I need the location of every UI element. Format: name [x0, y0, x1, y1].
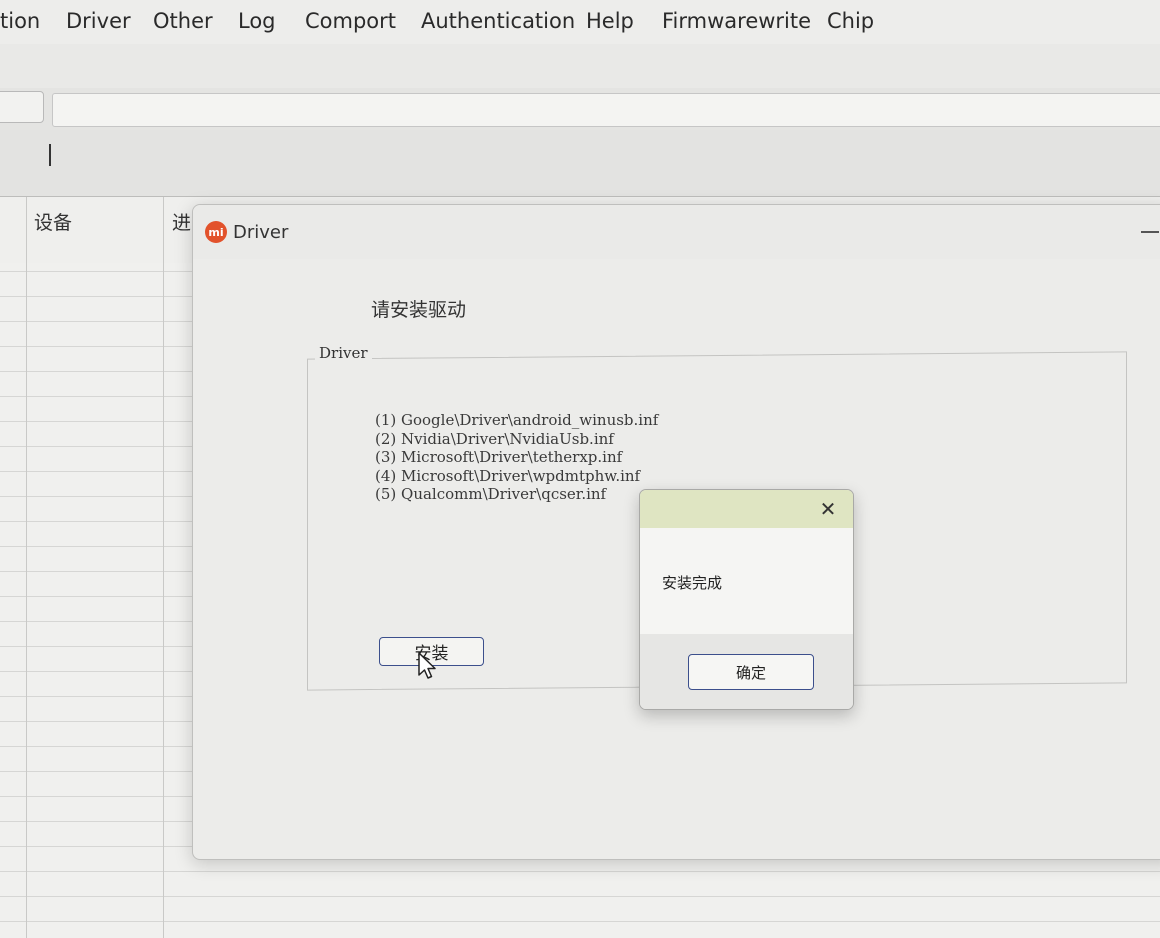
driver-dialog-titlebar[interactable]	[193, 205, 1160, 259]
driver-list-item: (5) Qualcomm\Driver\qcser.inf	[375, 485, 607, 503]
install-prompt-heading: 请安装驱动	[371, 299, 467, 321]
install-complete-dialog: ✕ 安装完成 确定	[639, 489, 854, 710]
driver-list-item: (3) Microsoft\Driver\tetherxp.inf	[375, 448, 623, 466]
menu-bar: tion Driver Other Log Comport Authentica…	[0, 0, 1160, 44]
toolbar	[0, 44, 1160, 92]
message-box-body: 安装完成	[640, 528, 853, 634]
menu-item-log[interactable]: Log	[238, 9, 276, 33]
driver-list: (1) Google\Driver\android_winusb.inf (2)…	[375, 411, 658, 504]
path-input[interactable]	[52, 93, 1160, 127]
column-header-progress[interactable]: 进	[172, 208, 191, 235]
menu-item-firmwarewrite[interactable]: Firmwarewrite	[662, 9, 811, 33]
ok-button[interactable]: 确定	[688, 654, 814, 690]
mi-logo-icon: mi	[205, 221, 227, 243]
message-text: 安装完成	[662, 574, 723, 592]
menu-item-other[interactable]: Other	[153, 9, 213, 33]
menu-item-help[interactable]: Help	[586, 9, 634, 33]
driver-list-item: (2) Nvidia\Driver\NvidiaUsb.inf	[375, 429, 614, 448]
driver-groupbox-label: Driver	[315, 344, 372, 362]
menu-item-chip[interactable]: Chip	[827, 9, 874, 33]
menu-item-driver[interactable]: Driver	[66, 9, 131, 33]
close-icon[interactable]: ✕	[817, 498, 839, 520]
driver-list-item: (1) Google\Driver\android_winusb.inf	[375, 411, 659, 429]
mouse-pointer-icon	[418, 652, 436, 679]
column-header-device[interactable]: 设备	[34, 208, 72, 235]
menu-item-authentication[interactable]: Authentication	[421, 9, 575, 33]
menu-item-comport[interactable]: Comport	[305, 9, 396, 33]
table-column-divider	[163, 197, 164, 938]
driver-list-item: (4) Microsoft\Driver\wpdmtphw.inf	[375, 466, 641, 485]
options-toolbar	[0, 130, 1160, 197]
table-column-divider	[26, 197, 27, 938]
text-caret	[49, 144, 51, 166]
menu-item-option[interactable]: tion	[0, 9, 40, 33]
driver-dialog-title: Driver	[233, 222, 289, 243]
browse-button[interactable]	[0, 91, 44, 123]
minimize-icon[interactable]	[1141, 231, 1159, 233]
